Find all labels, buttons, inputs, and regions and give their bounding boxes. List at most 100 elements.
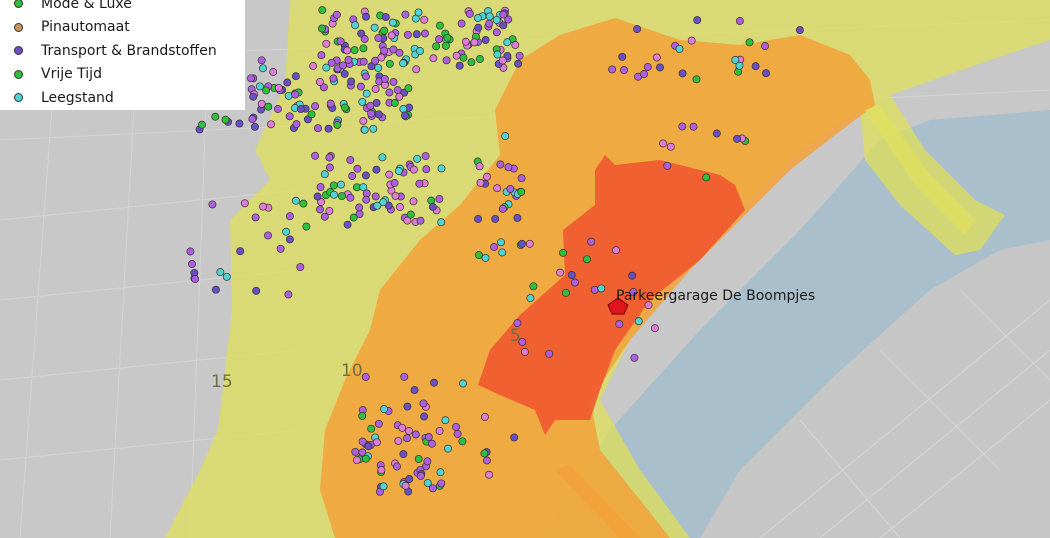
poi-dot[interactable]: [257, 99, 266, 108]
poi-dot[interactable]: [370, 23, 379, 32]
poi-dot[interactable]: [421, 29, 429, 38]
poi-dot[interactable]: [378, 153, 387, 162]
poi-dot[interactable]: [394, 436, 403, 445]
poi-dot[interactable]: [216, 268, 225, 277]
poi-dot[interactable]: [374, 419, 383, 428]
poi-dot[interactable]: [211, 112, 220, 121]
poi-dot[interactable]: [652, 53, 661, 62]
poi-dot[interactable]: [361, 171, 370, 180]
poi-dot[interactable]: [405, 475, 414, 483]
poi-dot[interactable]: [322, 39, 331, 48]
poi-dot[interactable]: [329, 74, 338, 83]
poi-dot[interactable]: [414, 454, 423, 463]
poi-dot[interactable]: [396, 203, 404, 212]
poi-dot[interactable]: [251, 213, 260, 222]
poi-dot[interactable]: [362, 12, 370, 21]
poi-dot[interactable]: [359, 117, 368, 125]
poi-dot[interactable]: [455, 61, 464, 70]
poi-dot[interactable]: [211, 285, 220, 294]
poi-dot[interactable]: [285, 112, 294, 121]
poi-dot[interactable]: [359, 57, 368, 66]
poi-dot[interactable]: [291, 72, 300, 81]
poi-dot[interactable]: [416, 216, 425, 225]
poi-dot[interactable]: [292, 120, 301, 129]
poi-dot[interactable]: [712, 129, 721, 138]
poi-dot[interactable]: [444, 444, 452, 453]
poi-dot[interactable]: [556, 268, 565, 277]
poi-dot[interactable]: [453, 429, 462, 438]
poi-dot[interactable]: [510, 433, 519, 442]
poi-dot[interactable]: [337, 180, 345, 189]
poi-dot[interactable]: [330, 190, 338, 199]
poi-dot[interactable]: [311, 151, 320, 160]
poi-dot[interactable]: [267, 120, 275, 129]
poi-dot[interactable]: [208, 200, 217, 209]
poi-dot[interactable]: [663, 161, 672, 170]
poi-dot[interactable]: [436, 468, 445, 477]
poi-dot[interactable]: [395, 48, 404, 57]
poi-dot[interactable]: [422, 165, 431, 174]
poi-dot[interactable]: [394, 167, 403, 175]
poi-dot[interactable]: [461, 37, 470, 46]
poi-dot[interactable]: [678, 69, 687, 78]
poi-dot[interactable]: [264, 102, 273, 111]
poi-dot[interactable]: [517, 187, 526, 196]
poi-dot[interactable]: [666, 142, 675, 151]
poi-dot[interactable]: [442, 56, 451, 65]
poi-dot[interactable]: [391, 191, 400, 200]
poi-dot[interactable]: [318, 6, 327, 15]
poi-dot[interactable]: [380, 26, 389, 35]
poi-dot[interactable]: [367, 109, 376, 118]
poi-dot[interactable]: [361, 72, 370, 81]
poi-dot[interactable]: [291, 196, 300, 205]
poi-dot[interactable]: [317, 24, 326, 33]
poi-dot[interactable]: [457, 19, 466, 28]
poi-dot[interactable]: [496, 160, 505, 169]
poi-dot[interactable]: [499, 10, 508, 19]
poi-dot[interactable]: [702, 173, 711, 182]
poi-dot[interactable]: [561, 288, 570, 297]
poi-dot[interactable]: [517, 174, 526, 183]
poi-dot[interactable]: [416, 472, 425, 480]
poi-dot[interactable]: [640, 70, 648, 79]
poi-dot[interactable]: [618, 52, 627, 61]
poi-dot[interactable]: [390, 179, 399, 187]
poi-dot[interactable]: [235, 119, 244, 128]
poi-dot[interactable]: [315, 77, 324, 86]
poi-dot[interactable]: [387, 31, 396, 40]
poi-dot[interactable]: [353, 164, 362, 173]
poi-dot[interactable]: [314, 124, 322, 133]
poi-dot[interactable]: [485, 470, 494, 479]
poi-dot[interactable]: [545, 349, 554, 358]
poi-dot[interactable]: [643, 63, 652, 71]
poi-dot[interactable]: [329, 181, 338, 190]
poi-dot[interactable]: [276, 244, 285, 253]
poi-dot[interactable]: [373, 201, 382, 210]
poi-dot[interactable]: [424, 433, 433, 441]
poi-dot[interactable]: [317, 51, 326, 60]
poi-dot[interactable]: [411, 430, 420, 439]
poi-dot[interactable]: [513, 213, 522, 222]
poi-dot[interactable]: [372, 438, 381, 447]
poi-dot[interactable]: [299, 199, 308, 208]
poi-dot[interactable]: [428, 439, 436, 448]
poi-dot[interactable]: [435, 426, 444, 435]
poi-dot[interactable]: [360, 125, 369, 134]
poi-dot[interactable]: [403, 30, 412, 39]
poi-dot[interactable]: [341, 103, 349, 112]
poi-dot[interactable]: [409, 197, 418, 206]
poi-dot[interactable]: [421, 152, 430, 161]
poi-dot[interactable]: [597, 284, 606, 293]
poi-dot[interactable]: [518, 239, 526, 248]
poi-dot[interactable]: [343, 46, 352, 55]
poi-dot[interactable]: [296, 105, 305, 114]
poi-dot[interactable]: [399, 450, 408, 459]
poi-dot[interactable]: [259, 202, 267, 211]
poi-dot[interactable]: [346, 193, 355, 202]
poi-dot[interactable]: [503, 38, 512, 47]
poi-dot[interactable]: [236, 247, 245, 256]
poi-dot[interactable]: [570, 278, 579, 287]
poi-dot[interactable]: [409, 165, 418, 174]
poi-dot[interactable]: [371, 85, 380, 93]
poi-dot[interactable]: [393, 86, 402, 95]
